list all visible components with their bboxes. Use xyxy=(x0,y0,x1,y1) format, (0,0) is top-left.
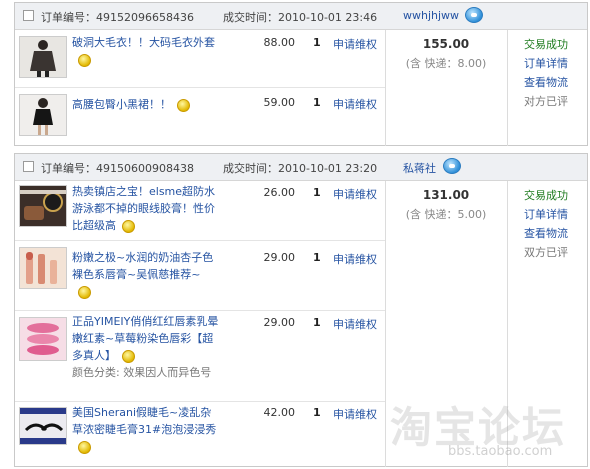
order-total: 155.00 xyxy=(422,37,470,51)
item-price: 59.00 xyxy=(263,96,296,109)
medal-icon xyxy=(177,98,190,112)
product-thumbnail[interactable] xyxy=(19,36,67,78)
order-header: 订单编号：49152096658436 成交时间：2010-10-01 23:4… xyxy=(15,3,587,30)
product-thumbnail[interactable] xyxy=(19,94,67,136)
item-price: 42.00 xyxy=(263,406,296,419)
trade-status: 交易成功 xyxy=(524,38,568,51)
item-price: 26.00 xyxy=(263,186,296,199)
order-item: 美国Sherani假睫毛~凌乱杂草浓密睫毛膏31#泡泡浸浸秀 42.00 1 申… xyxy=(15,402,385,467)
apply-rights-link[interactable]: 申请维权 xyxy=(333,316,377,332)
order-card: 订单编号：49152096658436 成交时间：2010-10-01 23:4… xyxy=(14,2,588,146)
product-thumbnail[interactable] xyxy=(19,247,67,289)
item-quantity: 1 xyxy=(313,96,321,109)
order-item: 粉嫩之极~水润的奶油杏子色裸色系唇膏~吴佩慈推荐~ 29.00 1 申请维权 xyxy=(15,241,385,311)
product-title[interactable]: 破洞大毛衣！！大码毛衣外套 xyxy=(72,36,215,49)
medal-icon xyxy=(78,440,91,454)
order-details-link[interactable]: 订单详情 xyxy=(524,54,568,73)
order-item: 破洞大毛衣！！大码毛衣外套 88.00 1 申请维权 xyxy=(15,30,385,88)
apply-rights-link[interactable]: 申请维权 xyxy=(333,406,377,422)
apply-rights-link[interactable]: 申请维权 xyxy=(333,251,377,267)
product-title[interactable]: 热卖镇店之宝！elsme超防水游泳都不掉的眼线胶膏！性价比超级高 xyxy=(72,185,215,232)
review-status: 对方已评 xyxy=(524,95,568,108)
shipping-fee: (含 快递：8.00) xyxy=(405,57,487,70)
order-item: 热卖镇店之宝！elsme超防水游泳都不掉的眼线胶膏！性价比超级高 26.00 1… xyxy=(15,181,385,241)
item-variant: 颜色分类: 效果因人而异色号 xyxy=(72,366,212,379)
item-quantity: 1 xyxy=(313,316,321,329)
wangwang-chat-icon[interactable] xyxy=(465,7,483,23)
view-logistics-link[interactable]: 查看物流 xyxy=(524,224,568,243)
product-thumbnail[interactable] xyxy=(19,407,67,445)
apply-rights-link[interactable]: 申请维权 xyxy=(333,186,377,202)
item-price: 29.00 xyxy=(263,316,296,329)
order-time: 成交时间：2010-10-01 23:20 xyxy=(223,162,378,175)
seller-name[interactable]: 私蒋社 xyxy=(403,160,436,176)
medal-icon xyxy=(78,53,91,67)
wangwang-chat-icon[interactable] xyxy=(443,158,461,174)
shipping-fee: (含 快递：5.00) xyxy=(405,208,487,221)
order-select-checkbox[interactable] xyxy=(23,10,34,21)
order-total: 131.00 xyxy=(422,188,470,202)
column-divider xyxy=(385,30,386,146)
trade-status: 交易成功 xyxy=(524,189,568,202)
medal-icon xyxy=(122,219,135,233)
order-time: 成交时间：2010-10-01 23:46 xyxy=(223,11,378,24)
column-divider xyxy=(385,181,386,467)
order-details-link[interactable]: 订单详情 xyxy=(524,205,568,224)
order-item: 高腰包臀小黑裙！！ 59.00 1 申请维权 xyxy=(15,88,385,146)
apply-rights-link[interactable]: 申请维权 xyxy=(333,36,377,52)
item-quantity: 1 xyxy=(313,251,321,264)
order-select-checkbox[interactable] xyxy=(23,161,34,172)
seller-name[interactable]: wwhjhjww xyxy=(403,9,459,22)
product-title[interactable]: 美国Sherani假睫毛~凌乱杂草浓密睫毛膏31#泡泡浸浸秀 xyxy=(72,406,216,436)
order-item: 正品YIMEIY俏俏红红唇素乳晕嫩红素~草莓粉染色唇彩【超多真人】颜色分类: 效… xyxy=(15,311,385,402)
item-quantity: 1 xyxy=(313,186,321,199)
order-number: 订单编号：49150600908438 xyxy=(41,162,194,175)
column-divider xyxy=(507,181,508,467)
medal-icon xyxy=(78,285,91,299)
column-divider xyxy=(507,30,508,146)
product-title[interactable]: 正品YIMEIY俏俏红红唇素乳晕嫩红素~草莓粉染色唇彩【超多真人】 xyxy=(72,315,218,362)
product-thumbnail[interactable] xyxy=(19,185,67,227)
order-card: 订单编号：49150600908438 成交时间：2010-10-01 23:2… xyxy=(14,153,588,467)
item-quantity: 1 xyxy=(313,406,321,419)
medal-icon xyxy=(122,349,135,363)
item-quantity: 1 xyxy=(313,36,321,49)
product-thumbnail[interactable] xyxy=(19,317,67,361)
item-price: 29.00 xyxy=(263,251,296,264)
apply-rights-link[interactable]: 申请维权 xyxy=(333,96,377,112)
order-number: 订单编号：49152096658436 xyxy=(41,11,194,24)
product-title[interactable]: 粉嫩之极~水润的奶油杏子色裸色系唇膏~吴佩慈推荐~ xyxy=(72,251,213,281)
order-header: 订单编号：49150600908438 成交时间：2010-10-01 23:2… xyxy=(15,154,587,181)
review-status: 双方已评 xyxy=(524,246,568,259)
product-title[interactable]: 高腰包臀小黑裙！！ xyxy=(72,98,171,111)
view-logistics-link[interactable]: 查看物流 xyxy=(524,73,568,92)
item-price: 88.00 xyxy=(263,36,296,49)
